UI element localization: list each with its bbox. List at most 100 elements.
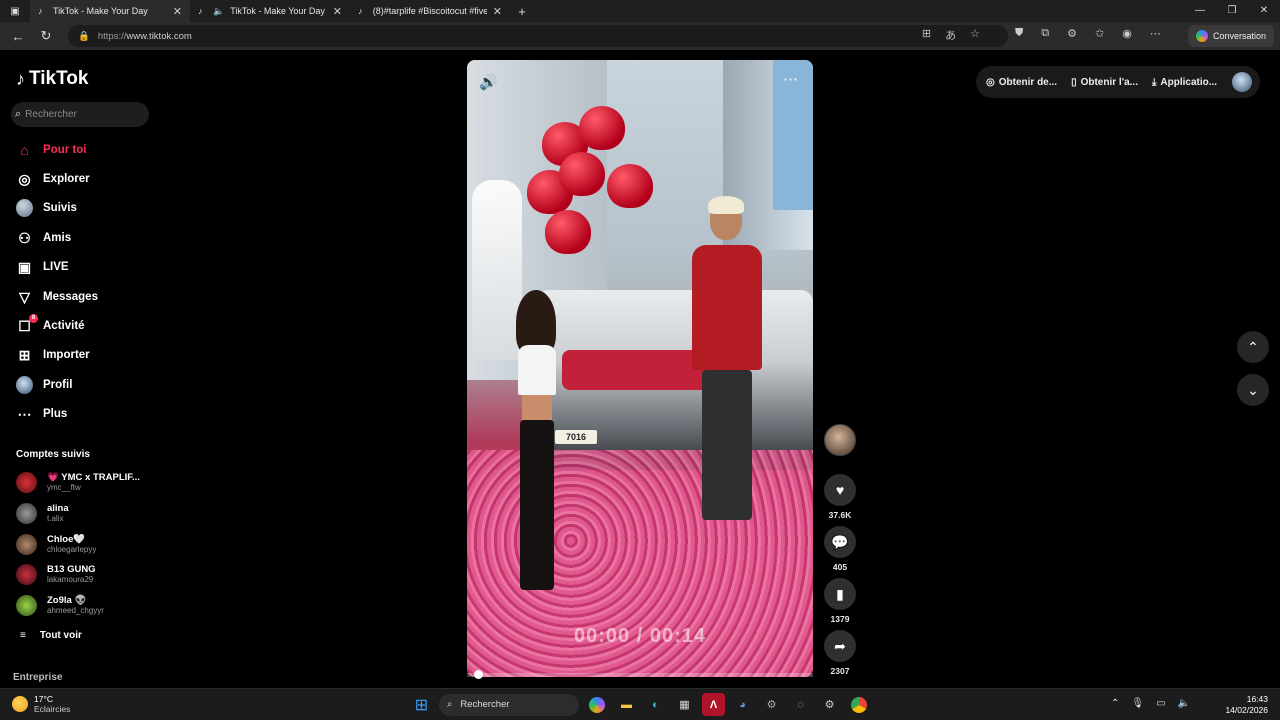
nav-label: Activité xyxy=(43,320,85,332)
nav-plus[interactable]: ⋯ Plus xyxy=(16,404,68,424)
settings-more-icon[interactable]: ⋯ xyxy=(1150,27,1161,40)
bookmark-count: 1379 xyxy=(830,614,850,624)
tab-1[interactable]: ♪ TikTok - Make Your Day ✕ xyxy=(30,0,190,22)
favorite-star-icon[interactable]: ☆ xyxy=(970,27,980,43)
like-button[interactable]: ♥ 37.6K xyxy=(822,474,858,520)
app-available-icon[interactable]: ⊞ xyxy=(922,27,931,43)
shield-icon[interactable]: ⛊ xyxy=(1015,27,1023,40)
chevron-up-icon[interactable]: ⌃ xyxy=(1111,698,1119,709)
performance-icon[interactable]: ⚙ xyxy=(1067,27,1077,40)
following-item[interactable]: B13 GUNG lakamoura29 xyxy=(16,564,96,585)
new-tab-icon[interactable]: + xyxy=(510,4,534,19)
search-icon: ⌕ xyxy=(15,108,22,120)
get-coins-button[interactable]: ◎ Obtenir de... xyxy=(986,77,1057,88)
avatar xyxy=(16,472,37,493)
window-close-icon[interactable]: ✕ xyxy=(1248,0,1280,22)
conversation-button[interactable]: Conversation xyxy=(1187,25,1274,47)
nav-profil[interactable]: Profil xyxy=(16,375,72,395)
steam-icon[interactable]: ⚙ xyxy=(760,693,783,716)
tab-actions-icon[interactable]: ▣ xyxy=(0,6,30,17)
chrome-icon[interactable] xyxy=(851,696,867,713)
app-circle-icon[interactable]: ◌ xyxy=(789,693,812,716)
plus-square-icon: ⊞ xyxy=(18,346,31,363)
back-icon[interactable]: ← xyxy=(4,29,32,44)
nav-label: Profil xyxy=(43,379,73,391)
tab-3[interactable]: ♪ (8)#tarplife #Biscoitocut #fivem ✕ xyxy=(350,0,510,22)
speaker-icon[interactable]: 🔈 xyxy=(213,6,224,17)
weather-sun-icon xyxy=(12,696,28,712)
restore-icon[interactable]: ❐ xyxy=(1216,0,1248,22)
weather-widget[interactable]: 17°C Eclaircies xyxy=(12,694,70,714)
nav-label: Explorer xyxy=(43,173,90,185)
reload-icon[interactable]: ↻ xyxy=(32,28,60,44)
nav-pour-toi[interactable]: ⌂ Pour toi xyxy=(16,140,86,160)
nav-live[interactable]: ▣ LIVE xyxy=(16,257,69,277)
video-progress-bar[interactable] xyxy=(467,670,813,679)
home-icon: ⌂ xyxy=(20,142,29,158)
taskbar-apps: ⊞ ⌕ Rechercher ▬ ◐ ▦ Λ ◕ ⚙ ◌ ⚙ xyxy=(410,693,867,716)
extensions-icon[interactable]: ⧉ xyxy=(1041,27,1049,40)
nav-explorer[interactable]: ◎ Explorer xyxy=(16,169,90,189)
following-item[interactable]: 💗 YMC x TRAPLIF... ymc__ftw xyxy=(16,472,140,493)
top-action-label: Obtenir l'a... xyxy=(1080,76,1138,88)
settings-icon[interactable]: ⚙ xyxy=(818,693,841,716)
copilot-app-icon[interactable] xyxy=(589,696,605,713)
search-input[interactable]: ⌕ Rechercher xyxy=(11,102,149,127)
minimize-icon[interactable]: — xyxy=(1184,0,1216,22)
volume-icon[interactable]: 🔈 xyxy=(1178,698,1190,709)
url-field[interactable]: 🔒 https://www.tiktok.com xyxy=(68,25,1008,47)
get-app-button[interactable]: ▯ Obtenir l'a... xyxy=(1071,77,1138,88)
comment-button[interactable]: 💬 405 xyxy=(822,526,858,572)
close-icon[interactable]: ✕ xyxy=(173,5,182,18)
window-controls: — ❐ ✕ xyxy=(1184,0,1280,22)
user-avatar[interactable] xyxy=(1232,72,1252,92)
bookmark-button[interactable]: ▮ 1379 xyxy=(822,578,858,624)
bookmark-icon: ▮ xyxy=(824,578,856,610)
previous-video-button[interactable]: ⌃ xyxy=(1237,331,1269,363)
progress-knob[interactable] xyxy=(474,670,483,679)
volume-icon[interactable]: 🔊 xyxy=(479,73,498,91)
chevron-up-icon: ⌃ xyxy=(1247,338,1259,355)
creator-avatar[interactable] xyxy=(824,424,856,456)
share-button[interactable]: ➦ 2307 xyxy=(822,630,858,676)
see-all-link[interactable]: ≡ Tout voir xyxy=(20,630,82,641)
taskbar-search[interactable]: ⌕ Rechercher xyxy=(439,693,579,716)
nav-messages[interactable]: ▽ Messages xyxy=(16,287,98,307)
favorites-icon[interactable]: ✩ xyxy=(1095,27,1104,40)
nav-importer[interactable]: ⊞ Importer xyxy=(16,345,90,365)
following-name: B13 GUNG xyxy=(47,564,96,575)
microphone-icon[interactable]: 🎙 xyxy=(1131,698,1144,709)
tab-1-title: TikTok - Make Your Day xyxy=(53,6,148,16)
profile-icon[interactable]: ◉ xyxy=(1122,27,1132,40)
file-explorer-icon[interactable]: ▬ xyxy=(615,693,638,716)
tab-2[interactable]: ♪ 🔈 TikTok - Make Your Day ✕ xyxy=(190,0,350,22)
read-aloud-icon[interactable]: あ xyxy=(945,27,956,43)
close-icon[interactable]: ✕ xyxy=(333,5,342,18)
company-link[interactable]: Entreprise xyxy=(13,672,62,683)
taskbar-clock[interactable]: 16:43 14/02/2026 xyxy=(1225,694,1268,716)
avatar xyxy=(16,595,37,616)
desktop-app-button[interactable]: ⤓ Applicatio... xyxy=(1152,77,1217,88)
nav-suivis[interactable]: Suivis xyxy=(16,198,77,218)
next-video-button[interactable]: ⌄ xyxy=(1237,374,1269,406)
tab-3-title: (8)#tarplife #Biscoitocut #fivem xyxy=(372,6,487,16)
edge-icon[interactable]: ◐ xyxy=(644,693,667,716)
display-icon[interactable]: ▭ xyxy=(1156,698,1165,709)
close-icon[interactable]: ✕ xyxy=(493,5,502,18)
tiktok-logo[interactable]: ♪ TikTok xyxy=(16,68,88,90)
system-tray: ⌃ 🎙 ▭ 🔈 xyxy=(1111,698,1190,709)
inbox-icon: ☐ 8 xyxy=(16,313,38,335)
store-icon[interactable]: ▦ xyxy=(673,693,696,716)
nav-activite[interactable]: ☐ 8 Activité xyxy=(16,313,85,336)
nav-amis[interactable]: ⚇ Amis xyxy=(16,228,71,248)
more-options-icon[interactable]: ⋯ xyxy=(783,70,799,88)
following-item[interactable]: alina t.alix xyxy=(16,503,69,524)
following-item[interactable]: Chloe🤍 chloegarlepyy xyxy=(16,534,96,555)
following-item[interactable]: Zo9la 👽 ahmeed_chgyyr xyxy=(16,595,104,616)
video-player[interactable]: 7016 🔊 ⋯ 00:00 / 00:14 xyxy=(467,60,813,677)
app-red-icon[interactable]: Λ xyxy=(702,693,725,716)
tiktok-favicon-icon: ♪ xyxy=(198,5,203,16)
nav-label: Pour toi xyxy=(43,144,87,156)
windows-start-icon[interactable]: ⊞ xyxy=(410,693,433,716)
discord-icon[interactable]: ◕ xyxy=(731,693,754,716)
